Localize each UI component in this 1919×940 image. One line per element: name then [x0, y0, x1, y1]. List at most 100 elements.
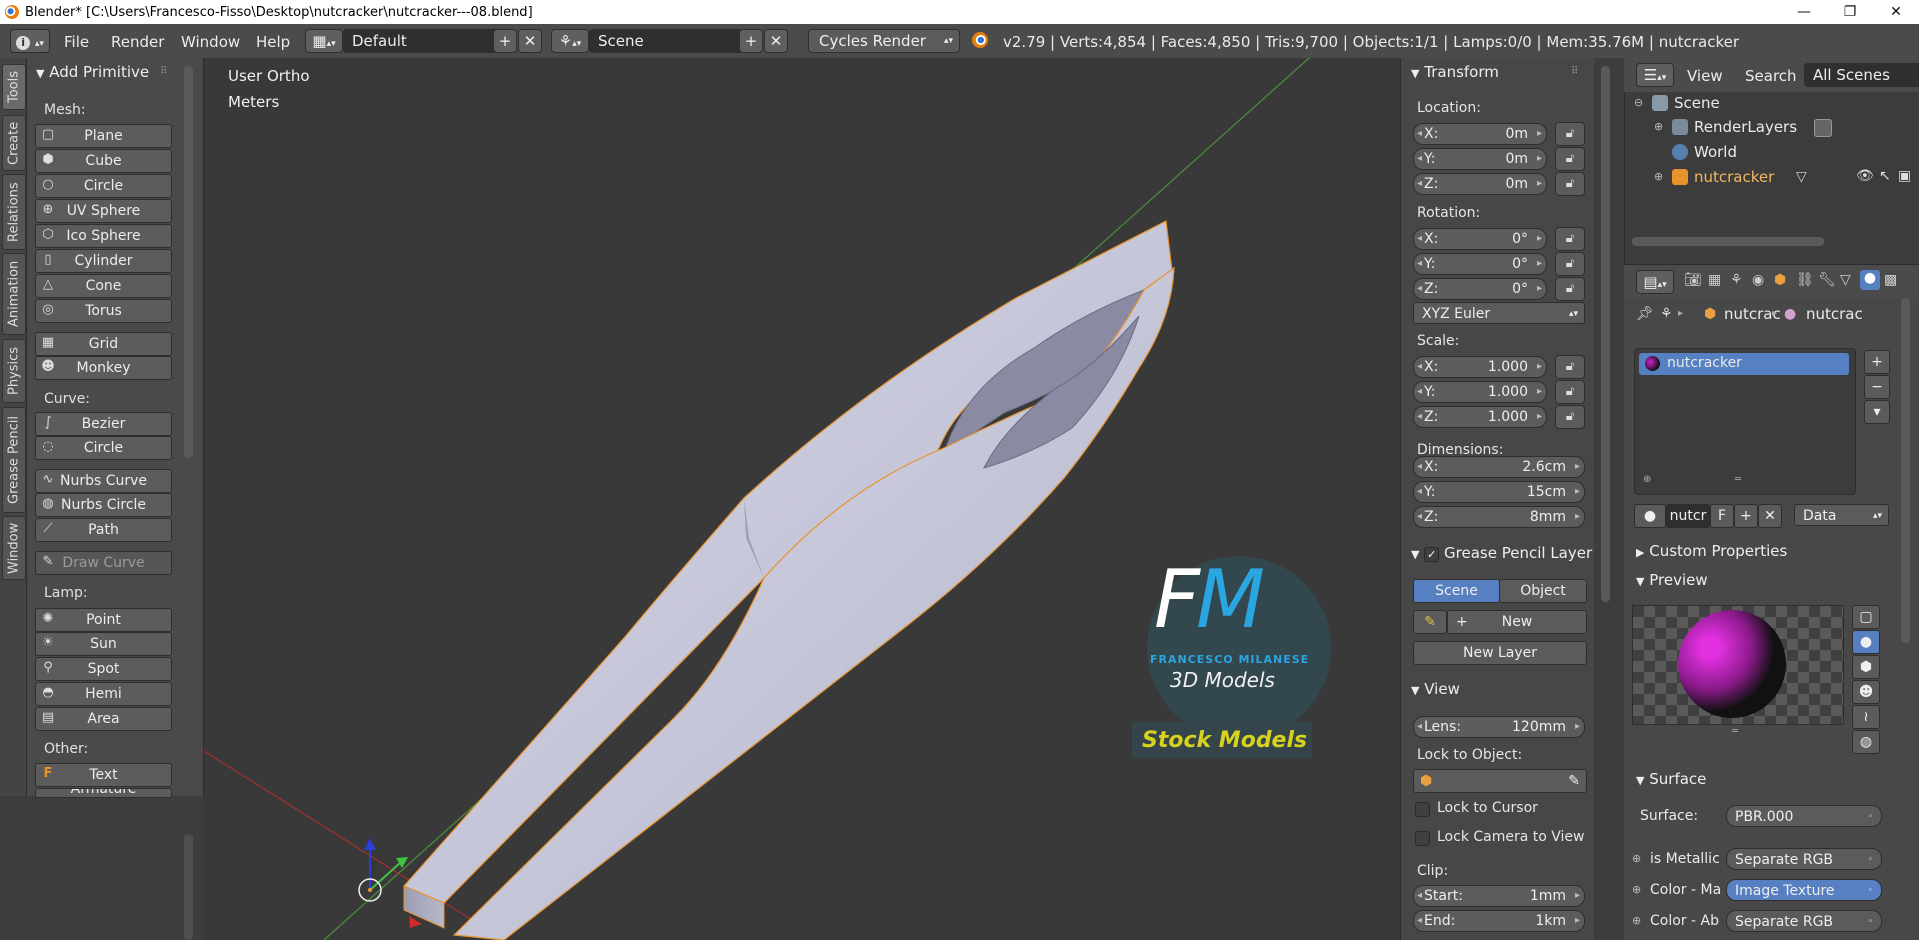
rotation-mode-select[interactable]: XYZ Euler ▴▾ — [1413, 302, 1585, 324]
lock-location-z-button[interactable]: 🔓︎ — [1555, 172, 1585, 196]
clip-end-field[interactable]: ◂ End: 1km ▸ — [1413, 910, 1585, 932]
transform-header[interactable]: ▼ Transform — [1411, 63, 1499, 81]
outliner-item-nutcracker[interactable]: nutcracker — [1694, 168, 1774, 186]
tab-physics[interactable]: Physics — [2, 339, 26, 403]
scene-tab-icon[interactable]: ⚘ — [1730, 272, 1743, 288]
toolshelf-scrollbar-lower[interactable] — [184, 834, 193, 940]
add-grid-button[interactable]: ▦ Grid — [35, 332, 172, 356]
menu-help[interactable]: Help — [256, 33, 290, 51]
minimize-button[interactable]: — — [1781, 0, 1827, 24]
preview-hair-button[interactable]: ≀ — [1852, 705, 1880, 729]
add-nurbs-circle-button[interactable]: ◍ Nurbs Circle — [35, 493, 172, 517]
clip-start-field[interactable]: ◂ Start: 1mm ▸ — [1413, 885, 1585, 907]
material-name-field[interactable]: nutcr — [1666, 504, 1710, 528]
expand-toggle-icon[interactable]: ⊕ — [1632, 914, 1641, 927]
layout-browse-button[interactable]: ▦▴▾ — [305, 29, 343, 53]
material-slot-list[interactable]: nutcracker ⊕ ═ — [1634, 348, 1856, 495]
properties-editor-type[interactable]: ▤▴▾ — [1636, 270, 1674, 294]
preview-sphere-button[interactable]: ● — [1852, 630, 1880, 654]
lens-field[interactable]: ◂ Lens: 120mm ▸ — [1413, 716, 1585, 738]
lock-location-x-button[interactable]: 🔓︎ — [1555, 122, 1585, 146]
gp-object-toggle[interactable]: Object — [1499, 579, 1587, 603]
add-armature-button[interactable]: Armature — [35, 788, 172, 798]
gp-new-button[interactable]: + New — [1447, 610, 1587, 634]
outliner-menu-view[interactable]: View — [1687, 67, 1723, 85]
lock-rotation-z-button[interactable]: 🔓︎ — [1555, 277, 1585, 301]
add-sun-lamp-button[interactable]: ☀ Sun — [35, 632, 172, 656]
world-tab-icon[interactable]: ◉ — [1752, 272, 1764, 288]
lock-scale-y-button[interactable]: 🔓︎ — [1555, 380, 1585, 404]
scene-name-field[interactable]: Scene — [589, 29, 747, 53]
menu-file[interactable]: File — [64, 33, 89, 51]
add-plus-small-icon[interactable]: ⊕ — [1643, 474, 1651, 485]
remove-slot-button[interactable]: − — [1864, 375, 1890, 399]
add-ico-sphere-button[interactable]: ⬡ Ico Sphere — [35, 224, 172, 248]
camera-render-icon[interactable]: ▣ — [1898, 168, 1911, 184]
add-curve-circle-button[interactable]: ◌ Circle — [35, 436, 172, 460]
unlink-material-button[interactable]: ✕ — [1758, 504, 1782, 528]
tab-grease-pencil[interactable]: Grease Pencil — [2, 407, 26, 513]
material-link-select[interactable]: Data ▴▾ — [1794, 504, 1889, 526]
collapse-toggle-icon[interactable]: ⊖ — [1634, 96, 1643, 109]
outliner-item-scene[interactable]: Scene — [1674, 94, 1720, 112]
n-panel-scrollbar[interactable] — [1601, 66, 1610, 602]
add-layout-button[interactable]: + — [493, 29, 517, 53]
editor-type-button[interactable]: i ▴▾ — [10, 29, 50, 53]
modifiers-tab-icon[interactable]: 🔧︎ — [1818, 272, 1836, 288]
expand-toggle-icon[interactable]: ⊕ — [1654, 120, 1663, 133]
fake-user-button[interactable]: F — [1710, 504, 1734, 528]
slot-specials-button[interactable]: ▾ — [1864, 400, 1890, 424]
add-point-lamp-button[interactable]: ✺ Point — [35, 608, 172, 632]
dimension-z-field[interactable]: ◂ Z: 8mm ▸ — [1413, 506, 1585, 528]
scale-y-field[interactable]: ◂ Y: 1.000 ▸ — [1413, 381, 1547, 403]
add-bezier-button[interactable]: ∫ Bezier — [35, 412, 172, 436]
texture-tab-icon[interactable]: ▩ — [1884, 272, 1897, 288]
lock-scale-z-button[interactable]: 🔓︎ — [1555, 405, 1585, 429]
rotation-y-field[interactable]: ◂ Y: 0° ▸ — [1413, 253, 1547, 275]
menu-render[interactable]: Render — [111, 33, 164, 51]
render-engine-select[interactable]: Cycles Render ▴▾ — [808, 29, 960, 53]
add-plane-button[interactable]: ▢ Plane — [35, 124, 172, 148]
add-path-button[interactable]: ⟋ Path — [35, 518, 172, 542]
input-color-ma-select[interactable]: Image Texture ◦ — [1726, 879, 1882, 901]
input-metallic-select[interactable]: Separate RGB ◦ — [1726, 848, 1882, 870]
material-browse-button[interactable]: ● — [1634, 504, 1666, 528]
location-z-field[interactable]: ◂ Z: 0m ▸ — [1413, 173, 1547, 195]
toolshelf-scrollbar[interactable] — [184, 66, 193, 458]
lock-object-field[interactable]: ⬢ ✎ — [1413, 769, 1587, 793]
render-tab-icon[interactable]: 📷︎ — [1684, 272, 1702, 288]
outliner-h-scrollbar[interactable] — [1632, 237, 1824, 246]
gp-enabled-checkbox[interactable]: ✓ — [1424, 547, 1440, 562]
grease-pencil-header[interactable]: ▼ ✓ Grease Pencil Layer — [1411, 544, 1592, 562]
dimension-y-field[interactable]: ◂ Y: 15cm ▸ — [1413, 481, 1585, 503]
maximize-button[interactable]: ❐ — [1827, 0, 1873, 24]
lock-cursor-checkbox[interactable] — [1415, 802, 1430, 817]
cursor-select-icon[interactable]: ↖ — [1879, 168, 1891, 184]
layout-name-field[interactable]: Default — [343, 29, 501, 53]
properties-scrollbar[interactable] — [1901, 298, 1910, 643]
resize-grip-icon[interactable]: ═ — [1735, 474, 1741, 485]
outliner-editor-type[interactable]: ☰▴▾ — [1636, 63, 1674, 87]
add-primitive-header[interactable]: ▼ Add Primitive — [36, 63, 149, 81]
surface-shader-select[interactable]: PBR.000 ◦ — [1726, 805, 1882, 827]
lock-scale-x-button[interactable]: 🔓︎ — [1555, 355, 1585, 379]
eye-icon[interactable]: 👁︎ — [1856, 168, 1874, 184]
new-material-button[interactable]: + — [1734, 504, 1758, 528]
preview-sky-button[interactable]: ◍ — [1852, 730, 1880, 754]
dimension-x-field[interactable]: ◂ X: 2.6cm ▸ — [1413, 456, 1585, 478]
add-nurbs-curve-button[interactable]: ∿ Nurbs Curve — [35, 469, 172, 493]
input-color-ab-select[interactable]: Separate RGB ◦ — [1726, 910, 1882, 932]
custom-properties-header[interactable]: ▶ Custom Properties — [1636, 542, 1787, 560]
location-y-field[interactable]: ◂ Y: 0m ▸ — [1413, 148, 1547, 170]
add-cube-button[interactable]: ⬢ Cube — [35, 149, 172, 173]
add-cylinder-button[interactable]: ▯ Cylinder — [35, 249, 172, 273]
delete-scene-button[interactable]: ✕ — [764, 29, 788, 53]
add-area-lamp-button[interactable]: ▤ Area — [35, 707, 172, 731]
resize-grip-icon[interactable]: ═ — [1732, 726, 1738, 737]
3d-viewport[interactable]: User Ortho Meters FM FM FRANCESCO MILANE… — [204, 58, 1400, 940]
add-text-button[interactable]: F Text — [35, 763, 172, 787]
outliner-menu-search[interactable]: Search — [1745, 67, 1797, 85]
object-tab-icon[interactable]: ⬢ — [1774, 272, 1786, 288]
preview-cube-button[interactable]: ⬢ — [1852, 655, 1880, 679]
tab-animation[interactable]: Animation — [2, 253, 26, 335]
